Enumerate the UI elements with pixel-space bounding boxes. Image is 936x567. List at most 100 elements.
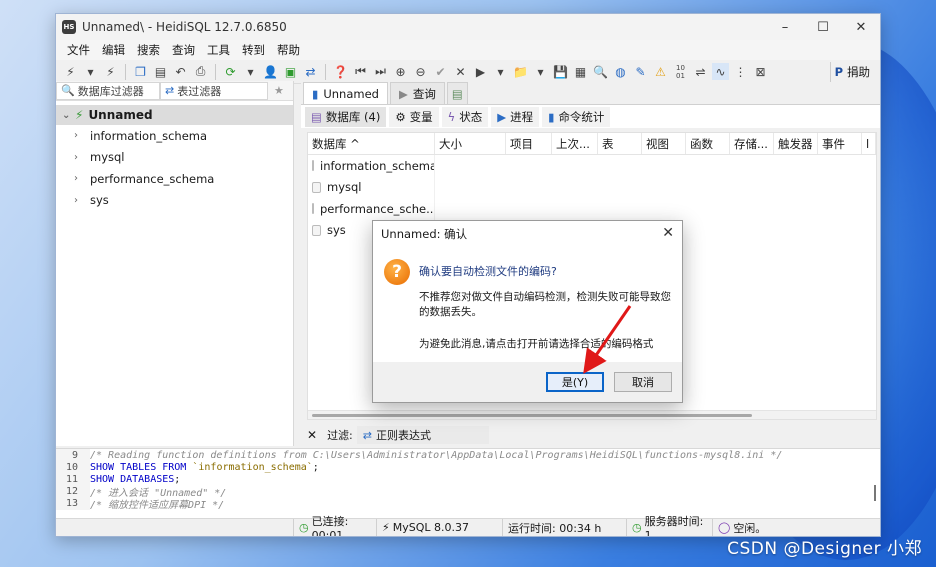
chevron-right-icon[interactable]: › (74, 173, 82, 184)
dropdown-arrow-icon[interactable]: ▾ (532, 63, 549, 80)
tree-item-database[interactable]: › sys (56, 190, 293, 212)
sql-log-panel[interactable]: 9 /* Reading function definitions from C… (56, 448, 880, 520)
save-snippet-icon[interactable]: ▦ (572, 63, 589, 80)
copy-icon[interactable]: ❐ (132, 63, 149, 80)
tab-new-query[interactable]: ▤ (446, 82, 468, 104)
dialog-close-button[interactable]: ✕ (662, 225, 674, 241)
yes-button[interactable]: 是(Y) (546, 372, 604, 392)
table-row[interactable]: performance_sche... (308, 198, 876, 220)
stop-icon[interactable]: ⊠ (752, 63, 769, 80)
column-header[interactable]: 视图 (642, 133, 686, 154)
chevron-down-icon[interactable]: ⌄ (62, 110, 70, 121)
column-header[interactable]: 触发器 (774, 133, 818, 154)
run-icon[interactable]: ▶ (472, 63, 489, 80)
menu-goto[interactable]: 转到 (236, 42, 271, 58)
column-header[interactable]: l (862, 133, 876, 154)
format-icon[interactable]: ✎ (632, 63, 649, 80)
clock-icon: ◷ (632, 521, 642, 534)
table-row[interactable]: information_schema (308, 155, 876, 177)
sql-log-line: 10 SHOW TABLES FROM `information_schema`… (56, 461, 880, 474)
export-icon[interactable]: ▣ (282, 63, 299, 80)
tab-databases-label: 数据库 (4) (325, 109, 381, 124)
tree-root-session[interactable]: ⌄ ⚡ Unnamed (56, 105, 293, 125)
dropdown-arrow-icon[interactable]: ▾ (492, 63, 509, 80)
insert-row-icon[interactable]: ⊕ (392, 63, 409, 80)
refresh-icon[interactable]: ⟳ (222, 63, 239, 80)
tab-session[interactable]: ▮ Unnamed (303, 82, 388, 104)
tree-item-database[interactable]: › performance_schema (56, 168, 293, 190)
open-folder-icon[interactable]: 📁 (512, 63, 529, 80)
dropdown-arrow-icon[interactable]: ▾ (82, 63, 99, 80)
favorite-star-icon[interactable]: ★ (274, 84, 284, 97)
wrap-icon[interactable]: ⇌ (692, 63, 709, 80)
close-filter-icon[interactable]: ✕ (307, 428, 317, 442)
menu-bar: 文件 编辑 搜索 查询 工具 转到 帮助 (56, 40, 880, 60)
menu-query[interactable]: 查询 (166, 42, 201, 58)
cancel-icon[interactable]: ✕ (452, 63, 469, 80)
database-filter[interactable]: 🔍 数据库过滤器 (56, 81, 160, 100)
database-list-icon: ▤ (311, 109, 322, 124)
menu-edit[interactable]: 编辑 (96, 42, 131, 58)
menu-file[interactable]: 文件 (61, 42, 96, 58)
filter-label: 过滤: (327, 429, 353, 442)
status-uptime: 运行时间: 00:34 h (503, 519, 627, 536)
chevron-right-icon[interactable]: › (74, 152, 82, 163)
column-header[interactable]: 表 (598, 133, 642, 154)
tree-item-database[interactable]: › information_schema (56, 125, 293, 147)
scrollbar-thumb[interactable] (312, 414, 752, 417)
tab-variables[interactable]: ⚙ 变量 (389, 106, 439, 127)
tab-databases[interactable]: ▤ 数据库 (4) (305, 106, 387, 127)
column-header[interactable]: 存储... (730, 133, 774, 154)
find-icon[interactable]: 🔍 (592, 63, 609, 80)
horizontal-scrollbar[interactable] (308, 410, 876, 419)
tab-command-stats[interactable]: ▮ 命令统计 (542, 106, 611, 127)
print-icon[interactable]: ⎙ (192, 63, 209, 80)
minimize-button[interactable]: – (766, 14, 804, 40)
post-icon[interactable]: ✔ (432, 63, 449, 80)
delete-row-icon[interactable]: ⊖ (412, 63, 429, 80)
donate-button[interactable]: P 捐助 (829, 62, 874, 82)
column-header[interactable]: 事件 (818, 133, 862, 154)
close-window-button[interactable]: ✕ (842, 14, 880, 40)
replace-icon[interactable]: ◍ (612, 63, 629, 80)
database-icon (312, 203, 314, 215)
more-icon[interactable]: ⋮ (732, 63, 749, 80)
tab-query[interactable]: ▶ 查询 (389, 82, 445, 104)
autorefresh-icon[interactable]: ∿ (712, 63, 729, 80)
last-record-icon[interactable]: ⏭ (372, 63, 389, 80)
cancel-button[interactable]: 取消 (614, 372, 672, 392)
undo-icon[interactable]: ↶ (172, 63, 189, 80)
dropdown-arrow-icon[interactable]: ▾ (242, 63, 259, 80)
connect-icon[interactable]: ⚡ (62, 63, 79, 80)
menu-help[interactable]: 帮助 (271, 42, 306, 58)
dialog-hint: 为避免此消息,请点击打开前请选择合适的编码格式 (419, 338, 654, 350)
help-icon[interactable]: ❓ (332, 63, 349, 80)
user-manager-icon[interactable]: 👤 (262, 63, 279, 80)
binary-icon[interactable]: 10 01 (672, 63, 689, 80)
regex-filter-input[interactable]: ⇄ 正则表达式 (356, 426, 489, 444)
tree-item-database[interactable]: › mysql (56, 147, 293, 169)
menu-tools[interactable]: 工具 (201, 42, 236, 58)
save-icon[interactable]: 💾 (552, 63, 569, 80)
clock-icon: ◷ (299, 521, 309, 534)
transfer-icon[interactable]: ⇄ (302, 63, 319, 80)
paste-icon[interactable]: ▤ (152, 63, 169, 80)
first-record-icon[interactable]: ⏮ (352, 63, 369, 80)
disconnect-icon[interactable]: ⚡ (102, 63, 119, 80)
column-header[interactable]: 数据库 ^ (308, 133, 435, 154)
maximize-button[interactable]: ☐ (804, 14, 842, 40)
sql-log-line: 9 /* Reading function definitions from C… (56, 449, 880, 462)
tab-processes[interactable]: ▶ 进程 (491, 106, 540, 127)
warning-icon[interactable]: ⚠ (652, 63, 669, 80)
column-header[interactable]: 项目 (506, 133, 552, 154)
column-header[interactable]: 上次... (552, 133, 598, 154)
column-header[interactable]: 函数 (686, 133, 730, 154)
chevron-right-icon[interactable]: › (74, 195, 82, 206)
chevron-right-icon[interactable]: › (74, 130, 82, 141)
table-row[interactable]: mysql (308, 176, 876, 198)
tab-status[interactable]: ϟ 状态 (441, 106, 489, 127)
sql-log-scrollbar[interactable] (874, 485, 876, 501)
table-filter[interactable]: ⇄ 表过滤器 (160, 81, 268, 100)
menu-search[interactable]: 搜索 (131, 42, 166, 58)
column-header[interactable]: 大小 (435, 133, 506, 154)
